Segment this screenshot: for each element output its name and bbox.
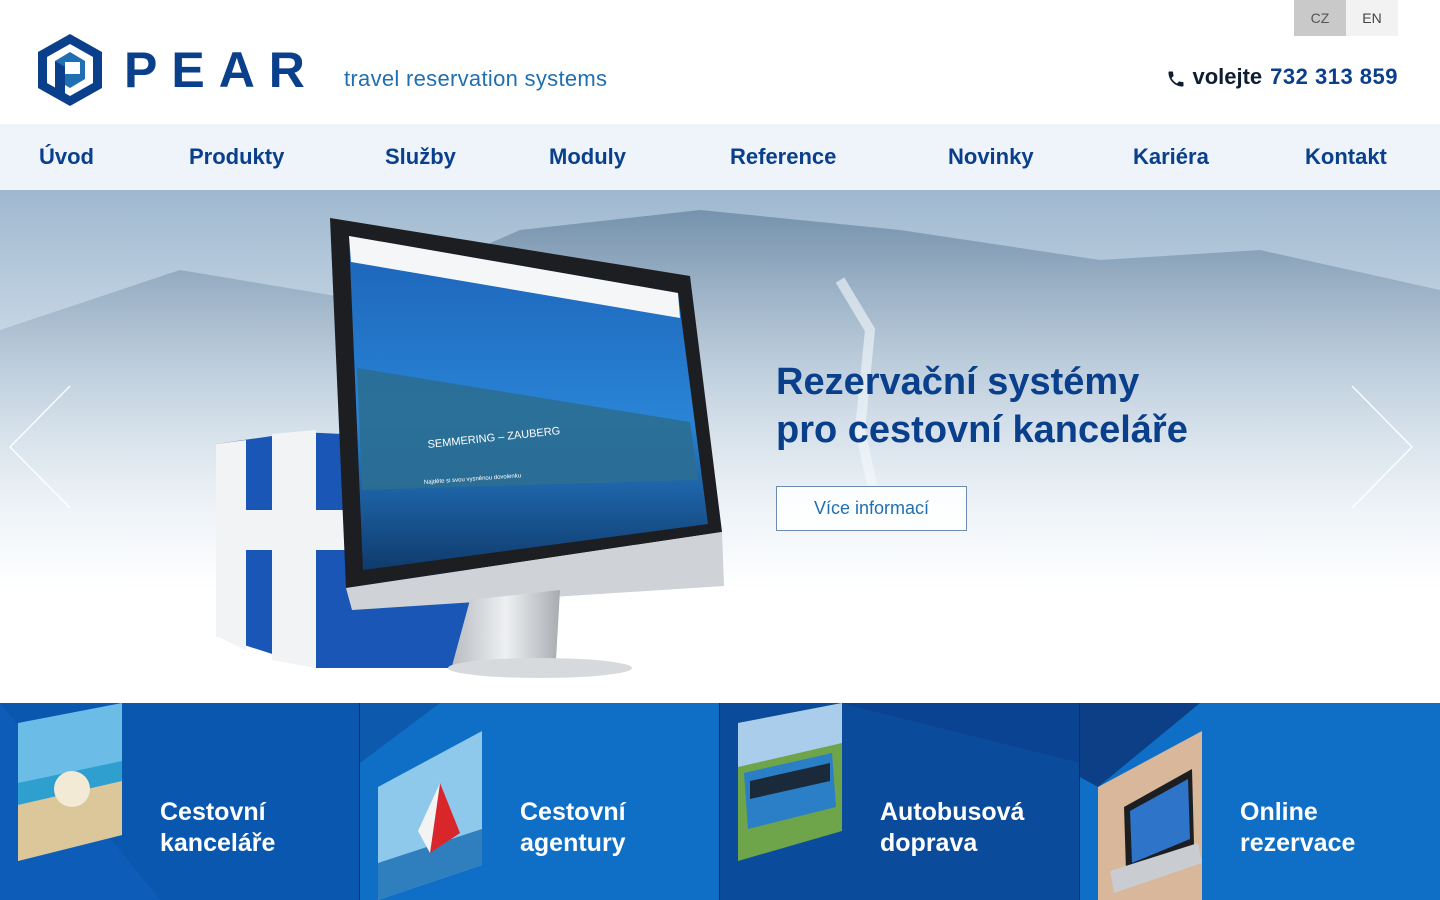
nav-item-moduly[interactable]: Moduly xyxy=(549,124,626,190)
tile-cestovni-kancelare[interactable]: Cestovní kanceláře xyxy=(0,703,360,900)
nav-item-sluzby[interactable]: Služby xyxy=(385,124,456,190)
logo[interactable]: PEAR xyxy=(38,34,319,106)
tagline: travel reservation systems xyxy=(344,66,608,91)
nav-item-kontakt[interactable]: Kontakt xyxy=(1305,124,1387,190)
slider-prev-arrow-icon[interactable] xyxy=(6,384,72,510)
hero-slider: SEMMERING – ZAUBERG Najděte si svou vysn… xyxy=(0,190,1440,703)
category-tiles: Cestovní kanceláře Cestovní agentury Aut… xyxy=(0,703,1440,900)
language-switcher: CZ EN xyxy=(1294,0,1398,36)
tile-autobusova-doprava[interactable]: Autobusová doprava xyxy=(720,703,1080,900)
lang-cz-button[interactable]: CZ xyxy=(1294,0,1346,36)
main-nav: Úvod Produkty Služby Moduly Reference No… xyxy=(0,124,1440,190)
slider-next-arrow-icon[interactable] xyxy=(1350,384,1416,510)
tile-online-rezervace[interactable]: Online rezervace xyxy=(1080,703,1440,900)
lang-en-button[interactable]: EN xyxy=(1346,0,1398,36)
nav-item-novinky[interactable]: Novinky xyxy=(948,124,1034,190)
phone-contact[interactable]: volejte 732 313 859 xyxy=(1166,64,1398,90)
phone-icon xyxy=(1168,71,1184,86)
site-header: PEAR travel reservation systems CZ EN vo… xyxy=(0,0,1440,124)
nav-item-produkty[interactable]: Produkty xyxy=(189,124,284,190)
nav-item-kariera[interactable]: Kariéra xyxy=(1133,124,1209,190)
nav-item-uvod[interactable]: Úvod xyxy=(39,124,94,190)
tile-cestovni-agentury[interactable]: Cestovní agentury xyxy=(360,703,720,900)
hero-title: Rezervační systémy pro cestovní kancelář… xyxy=(776,361,1188,451)
pear-logo-icon xyxy=(38,34,102,106)
phone-prefix: volejte xyxy=(1192,64,1263,89)
phone-number: 732 313 859 xyxy=(1270,64,1398,89)
more-info-button[interactable]: Více informací xyxy=(776,486,967,531)
nav-item-reference[interactable]: Reference xyxy=(730,124,836,190)
hero-illustration: SEMMERING – ZAUBERG Najděte si svou vysn… xyxy=(0,210,1440,678)
logo-wordmark: PEAR xyxy=(124,42,319,98)
